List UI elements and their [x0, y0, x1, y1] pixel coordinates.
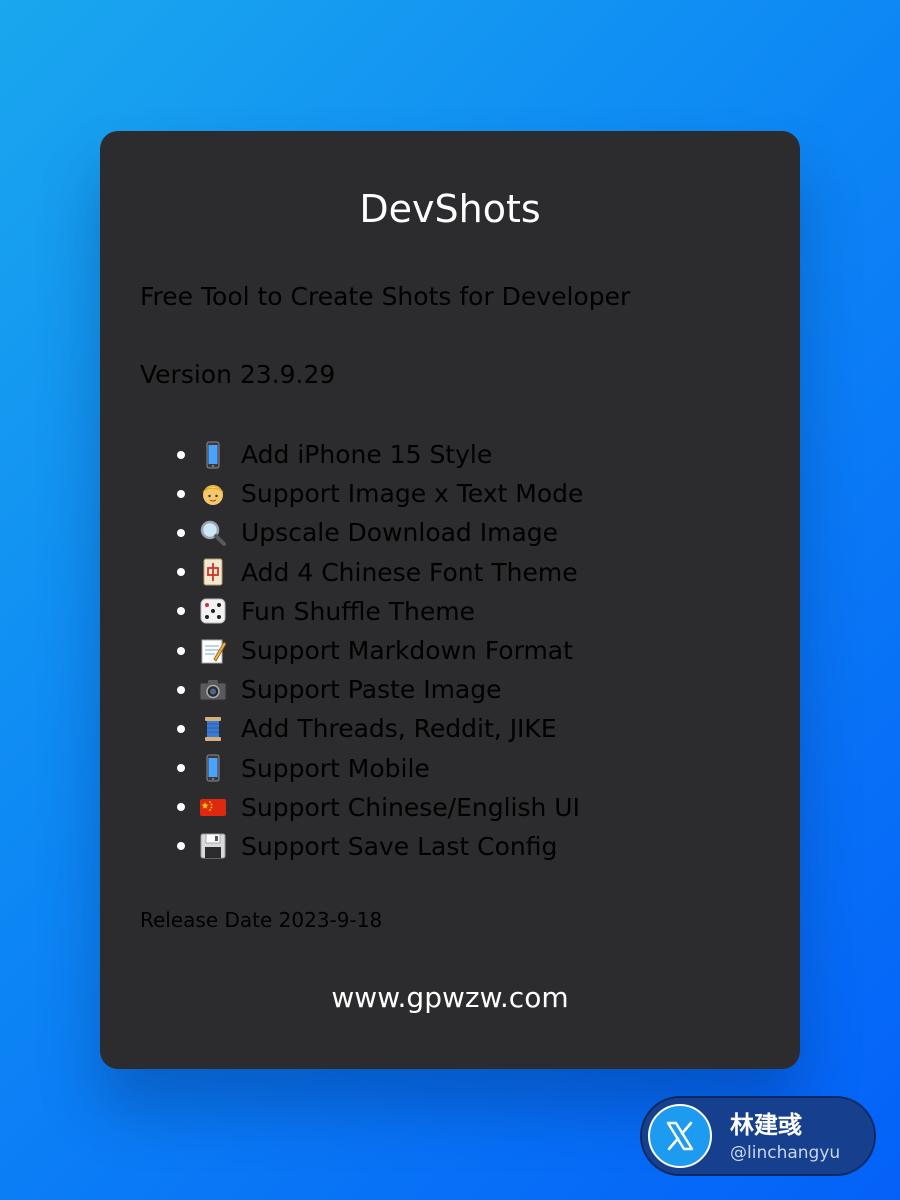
- bullet-icon: [177, 646, 185, 655]
- version-label: Version 23.9.29: [140, 360, 336, 389]
- author-handle: @linchangyu: [730, 1143, 841, 1163]
- floppy-disk-icon: [199, 832, 227, 860]
- app-title: DevShots: [359, 187, 541, 231]
- feature-list: Add iPhone 15 Style Support Image x Text…: [173, 435, 583, 866]
- memo-icon: [199, 637, 227, 665]
- feature-label: Support Paste Image: [241, 675, 502, 705]
- x-logo-icon: [648, 1104, 712, 1168]
- bullet-icon: [177, 724, 185, 733]
- feature-item: Add 4 Chinese Font Theme: [173, 553, 583, 592]
- feature-item: Support Save Last Config: [173, 827, 583, 866]
- app-subtitle: Free Tool to Create Shots for Developer: [140, 282, 631, 311]
- feature-label: Add 4 Chinese Font Theme: [241, 557, 578, 587]
- feature-label: Support Markdown Format: [241, 636, 573, 666]
- feature-label: Support Image x Text Mode: [241, 479, 584, 509]
- website-link[interactable]: www.gpwzw.com: [0, 980, 900, 1016]
- bullet-icon: [177, 528, 185, 537]
- feature-label: Upscale Download Image: [241, 518, 559, 548]
- mobile-phone-icon: [199, 754, 227, 782]
- bullet-icon: [177, 607, 185, 616]
- feature-label: Fun Shuffle Theme: [241, 596, 475, 626]
- bullet-icon: [177, 685, 185, 694]
- feature-label: Add Threads, Reddit, JIKE: [241, 714, 557, 744]
- mahjong-tile-icon: [199, 558, 227, 586]
- bullet-icon: [177, 803, 185, 812]
- bullet-icon: [177, 764, 185, 773]
- feature-item: Add iPhone 15 Style: [173, 435, 583, 474]
- feature-item: Support Mobile: [173, 749, 583, 788]
- mobile-phone-icon: [199, 441, 227, 469]
- feature-label: Add iPhone 15 Style: [241, 440, 493, 470]
- person-icon: [199, 480, 227, 508]
- feature-item: Add Threads, Reddit, JIKE: [173, 709, 583, 748]
- dice-icon: [199, 597, 227, 625]
- feature-item: Fun Shuffle Theme: [173, 592, 583, 631]
- bullet-icon: [177, 450, 185, 459]
- thread-spool-icon: [199, 715, 227, 743]
- feature-item: Support Chinese/English UI: [173, 788, 583, 827]
- feature-item: Support Paste Image: [173, 670, 583, 709]
- release-date: Release Date 2023-9-18: [140, 908, 383, 932]
- feature-label: Support Mobile: [241, 753, 430, 783]
- author-name: 林建彧: [730, 1111, 802, 1139]
- feature-item: Upscale Download Image: [173, 513, 583, 552]
- camera-icon: [199, 676, 227, 704]
- bullet-icon: [177, 842, 185, 851]
- bullet-icon: [177, 568, 185, 577]
- feature-label: Support Save Last Config: [241, 831, 558, 861]
- bullet-icon: [177, 489, 185, 498]
- feature-item: Support Image x Text Mode: [173, 474, 583, 513]
- china-flag-icon: [199, 793, 227, 821]
- author-badge[interactable]: 林建彧 @linchangyu: [640, 1096, 876, 1176]
- feature-label: Support Chinese/English UI: [241, 792, 580, 822]
- feature-item: Support Markdown Format: [173, 631, 583, 670]
- magnifier-icon: [199, 519, 227, 547]
